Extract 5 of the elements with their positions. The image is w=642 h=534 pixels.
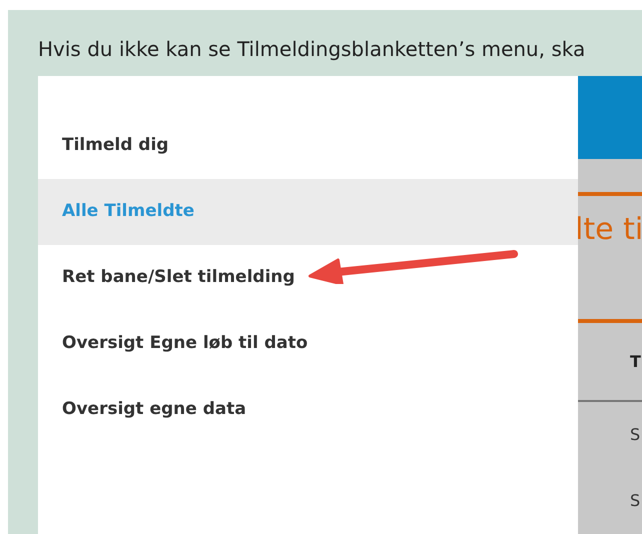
table-cell-text: S <box>629 490 642 512</box>
page-heading: lte ti <box>578 211 642 249</box>
column-header: T <box>629 351 642 373</box>
table-cell-text: S <box>629 424 642 446</box>
instruction-text: Hvis du ikke kan se Tilmeldingsblanketten’s menu, ska <box>38 36 586 63</box>
